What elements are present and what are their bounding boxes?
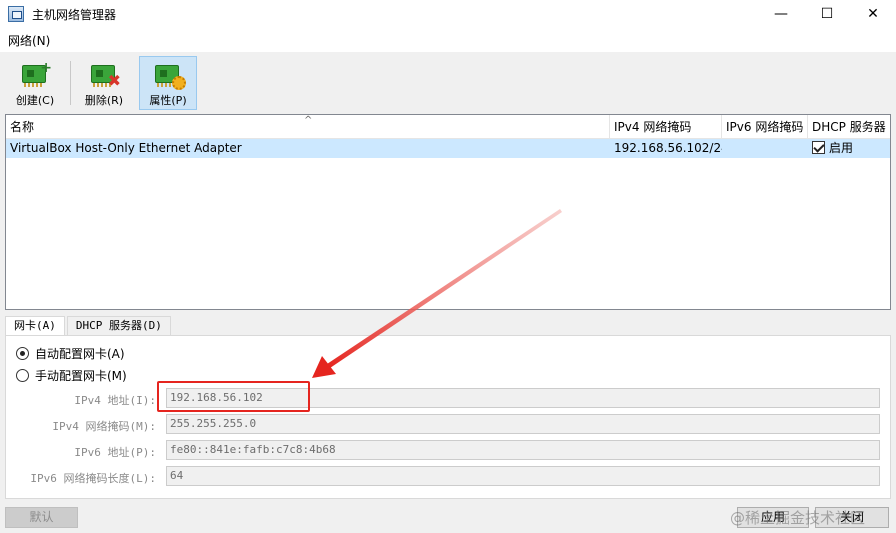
window-controls: — ☐ ✕ [758,0,896,28]
sort-ascending-icon: ^ [304,115,313,126]
auto-config-radio[interactable] [16,347,29,360]
table-row[interactable]: VirtualBox Host-Only Ethernet Adapter 19… [6,139,890,158]
maximize-button[interactable]: ☐ [804,0,850,28]
manual-config-option[interactable]: 手动配置网卡(M) [16,367,127,384]
adapter-table: 名称 ^ IPv4 网络掩码 IPv6 网络掩码 DHCP 服务器 Virtua… [5,114,891,310]
tab-adapter[interactable]: 网卡(A) [5,316,65,337]
annotation-highlight-box [157,381,310,412]
ipv4-address-label: IPv4 地址(I): [74,394,156,407]
toolbar-separator [70,61,71,105]
properties-button[interactable]: 属性(P) [139,56,197,110]
dhcp-enabled-checkbox[interactable] [812,141,825,154]
reset-button[interactable]: 默认 [5,507,78,528]
ipv6-address-label: IPv6 地址(P): [74,446,156,459]
properties-label: 属性(P) [149,94,187,107]
auto-config-option[interactable]: 自动配置网卡(A) [16,345,125,362]
toolbar: + 创建(C) ✖ 删除(R) 属性(P) [0,52,896,112]
network-card-add-icon: + [20,61,52,89]
title-bar: 主机网络管理器 — ☐ ✕ [0,0,896,28]
ipv6-address-field[interactable]: fe80::841e:fafb:c7c8:4b68 [166,440,880,460]
manual-config-radio[interactable] [16,369,29,382]
apply-button[interactable]: 应用 [737,507,809,528]
minimize-button[interactable]: — [758,0,804,28]
adapter-tab-panel: 自动配置网卡(A) 手动配置网卡(M) IPv4 地址(I): 192.168.… [5,335,891,499]
network-card-properties-icon [153,61,186,90]
column-header-ipv4-mask[interactable]: IPv4 网络掩码 [610,115,722,139]
menu-network[interactable]: 网络(N) [0,32,58,49]
adapter-name-cell: VirtualBox Host-Only Ethernet Adapter [10,141,242,155]
manual-config-label: 手动配置网卡(M) [35,369,127,383]
column-header-ipv6-mask[interactable]: IPv6 网络掩码 [722,115,808,139]
create-label: 创建(C) [15,94,55,107]
menu-bar: 网络(N) [0,28,896,52]
tab-bar: 网卡(A) DHCP 服务器(D) [5,316,173,337]
ipv4-mask-cell: 192.168.56.102/24 [614,141,722,155]
window-title: 主机网络管理器 [32,7,117,22]
network-manager-icon [8,6,24,22]
close-button[interactable]: 关闭 [815,507,889,528]
auto-config-label: 自动配置网卡(A) [35,347,125,361]
network-card-remove-icon: ✖ [89,61,121,89]
dhcp-cell: 启用 [808,139,890,158]
ipv6-mask-cell [722,139,808,158]
ipv6-prefix-length-label: IPv6 网络掩码长度(L): [30,472,156,485]
column-header-dhcp[interactable]: DHCP 服务器 [808,115,890,139]
ipv4-mask-field[interactable]: 255.255.255.0 [166,414,880,434]
close-window-button[interactable]: ✕ [850,0,896,28]
ipv4-mask-label: IPv4 网络掩码(M): [52,420,156,433]
tab-dhcp-server[interactable]: DHCP 服务器(D) [66,316,171,336]
table-header: 名称 ^ IPv4 网络掩码 IPv6 网络掩码 DHCP 服务器 [6,115,890,139]
ipv6-prefix-length-field[interactable]: 64 [166,466,880,486]
create-button[interactable]: + 创建(C) [6,56,64,110]
delete-label: 删除(R) [84,94,124,107]
delete-button[interactable]: ✖ 删除(R) [75,56,133,110]
column-header-name[interactable]: 名称 ^ [6,115,610,139]
dhcp-enabled-label: 启用 [829,141,854,155]
